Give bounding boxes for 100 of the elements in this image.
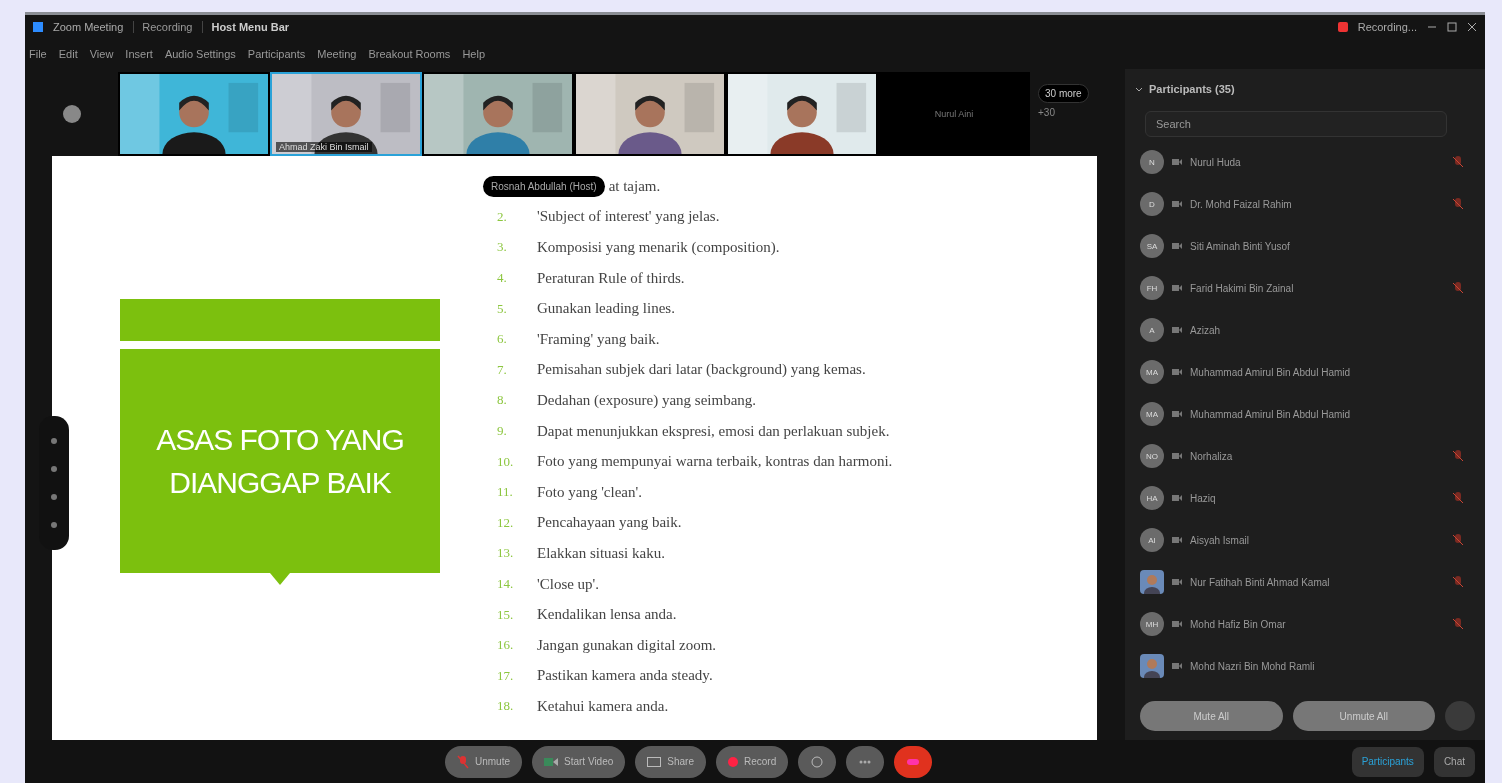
video-off-icon bbox=[1172, 409, 1182, 419]
item-number: 16. bbox=[497, 637, 515, 654]
item-number: 18. bbox=[497, 698, 515, 715]
tool-icon[interactable] bbox=[51, 522, 57, 528]
participant-row[interactable]: FH Farid Hakimi Bin Zainal bbox=[1135, 267, 1475, 309]
more-button[interactable] bbox=[846, 745, 885, 778]
item-number: 10. bbox=[497, 453, 515, 470]
more-count: +30 bbox=[1038, 107, 1055, 118]
avatar: MH bbox=[1140, 612, 1164, 636]
screen-icon bbox=[647, 756, 662, 767]
menu-item[interactable]: Participants bbox=[247, 48, 306, 60]
close-icon[interactable] bbox=[1467, 22, 1477, 32]
participant-row[interactable]: NO Norhaliza bbox=[1135, 435, 1475, 477]
participant-row[interactable]: SA Siti Aminah Binti Yusof bbox=[1135, 225, 1475, 267]
tool-icon[interactable] bbox=[51, 466, 57, 472]
participant-row[interactable]: HA Haziq bbox=[1135, 477, 1475, 519]
participant-row[interactable]: MA Muhammad Amirul Bin Abdul Hamid bbox=[1135, 351, 1475, 393]
list-item-text: 'Framing' yang baik. bbox=[537, 330, 660, 348]
title-tab[interactable]: Recording bbox=[133, 21, 193, 33]
video-off-icon bbox=[1172, 451, 1182, 461]
avatar: FH bbox=[1140, 276, 1164, 300]
slide-title: ASAS FOTO YANG DIANGGAP BAIK bbox=[155, 421, 405, 501]
more-icon bbox=[859, 759, 872, 764]
video-off-icon bbox=[1172, 157, 1182, 167]
menu-item[interactable]: Breakout Rooms bbox=[368, 48, 451, 60]
avatar: HA bbox=[1140, 486, 1164, 510]
list-item-text: Kendalikan lensa anda. bbox=[537, 606, 677, 624]
recording-status: Recording... bbox=[1357, 21, 1417, 33]
participant-row[interactable]: N Nurul Huda bbox=[1135, 141, 1475, 183]
search-field[interactable]: Search bbox=[1145, 111, 1447, 137]
menu-item[interactable]: Help bbox=[462, 48, 485, 60]
list-item-text: Gunakan leading lines. bbox=[537, 300, 675, 318]
participant-name: Mohd Hafiz Bin Omar bbox=[1190, 618, 1287, 630]
item-number: 15. bbox=[497, 606, 515, 623]
video-off-icon bbox=[1172, 199, 1182, 209]
item-number: 12. bbox=[497, 514, 515, 531]
list-item-text: Peraturan Rule of thirds. bbox=[537, 269, 685, 287]
list-item-text: Pastikan kamera anda steady. bbox=[537, 667, 713, 685]
participant-row[interactable]: Mohd Nazri Bin Mohd Ramli bbox=[1135, 645, 1475, 687]
participant-row[interactable]: AI Aisyah Ismail bbox=[1135, 519, 1475, 561]
video-off-icon bbox=[1172, 535, 1182, 545]
participant-row[interactable]: A Azizah bbox=[1135, 309, 1475, 351]
title-tab[interactable]: Host Menu Bar bbox=[202, 21, 290, 33]
menu-item[interactable]: View bbox=[89, 48, 114, 60]
list-item-text: Dedahan (exposure) yang seimbang. bbox=[537, 391, 757, 409]
list-item-text: Pencahayaan yang baik. bbox=[537, 514, 682, 532]
item-number: 8. bbox=[497, 392, 508, 409]
collapse-icon[interactable] bbox=[1135, 85, 1143, 93]
more-videos-button[interactable]: 30 more bbox=[1038, 84, 1089, 103]
menu-item[interactable]: Meeting bbox=[317, 48, 357, 60]
participant-name: Farid Hakimi Bin Zainal bbox=[1190, 282, 1295, 294]
record-icon bbox=[1337, 22, 1348, 32]
panel-tab[interactable]: Chat bbox=[1433, 746, 1475, 777]
participant-row[interactable]: MA Muhammad Amirul Bin Abdul Hamid bbox=[1135, 393, 1475, 435]
video-off-icon bbox=[1172, 325, 1182, 335]
muted-mic-icon bbox=[457, 754, 469, 769]
share-button[interactable]: Share bbox=[635, 745, 706, 778]
participant-name: Siti Aminah Binti Yusof bbox=[1190, 240, 1291, 252]
app-logo-icon bbox=[33, 22, 43, 32]
participant-name: Haziq bbox=[1190, 492, 1217, 504]
item-number: 13. bbox=[497, 545, 515, 562]
record-icon bbox=[728, 756, 738, 767]
video-off-icon bbox=[1172, 661, 1182, 671]
avatar: D bbox=[1140, 192, 1164, 216]
video-off-icon bbox=[1172, 619, 1182, 629]
panel-tab[interactable]: Participants bbox=[1351, 746, 1424, 777]
avatar: MA bbox=[1140, 402, 1164, 426]
list-item-text: Foto yang mempunyai warna terbaik, kontras dan harmoni. bbox=[537, 453, 893, 471]
participant-row[interactable]: MH Mohd Hafiz Bin Omar bbox=[1135, 603, 1475, 645]
menu-item[interactable]: Edit bbox=[58, 48, 78, 60]
menu-item[interactable]: Insert bbox=[125, 48, 153, 60]
menu-item[interactable]: File bbox=[29, 48, 47, 60]
avatar: AI bbox=[1140, 528, 1164, 552]
window-title: Zoom Meeting bbox=[53, 21, 124, 33]
reactions-button[interactable] bbox=[798, 745, 837, 778]
item-number: 3. bbox=[497, 239, 508, 256]
maximize-icon[interactable] bbox=[1447, 22, 1457, 32]
video-button[interactable]: Start Video bbox=[532, 745, 626, 778]
avatar-icon bbox=[1140, 654, 1164, 678]
list-item-text: Elakkan situasi kaku. bbox=[537, 544, 665, 562]
video-off-icon bbox=[1172, 577, 1182, 587]
video-tile[interactable]: Ahmad Zaki Bin Ismail bbox=[270, 72, 422, 156]
list-item-text: Foto yang 'clean'. bbox=[537, 483, 642, 501]
item-number: 6. bbox=[497, 331, 508, 348]
list-item-text: Jangan gunakan digital zoom. bbox=[537, 636, 717, 654]
tool-icon[interactable] bbox=[51, 438, 57, 444]
mic-button[interactable]: Unmute bbox=[445, 745, 522, 778]
participant-row[interactable]: D Dr. Mohd Faizal Rahim bbox=[1135, 183, 1475, 225]
item-number: 2. bbox=[497, 208, 508, 225]
list-item-text: Komposisi yang menarik (composition). bbox=[537, 239, 780, 256]
tool-icon[interactable] bbox=[51, 494, 57, 500]
participant-row[interactable]: Nur Fatihah Binti Ahmad Kamal bbox=[1135, 561, 1475, 603]
avatar: NO bbox=[1140, 444, 1164, 468]
avatar-icon bbox=[1140, 570, 1164, 594]
record-button[interactable]: Record bbox=[716, 745, 789, 778]
end-button[interactable] bbox=[894, 745, 933, 778]
menu-item[interactable]: Audio Settings bbox=[164, 48, 236, 60]
video-tile[interactable]: Nurul Aini bbox=[878, 72, 1030, 156]
avatar: A bbox=[1140, 318, 1164, 342]
avatar: SA bbox=[1140, 234, 1164, 258]
